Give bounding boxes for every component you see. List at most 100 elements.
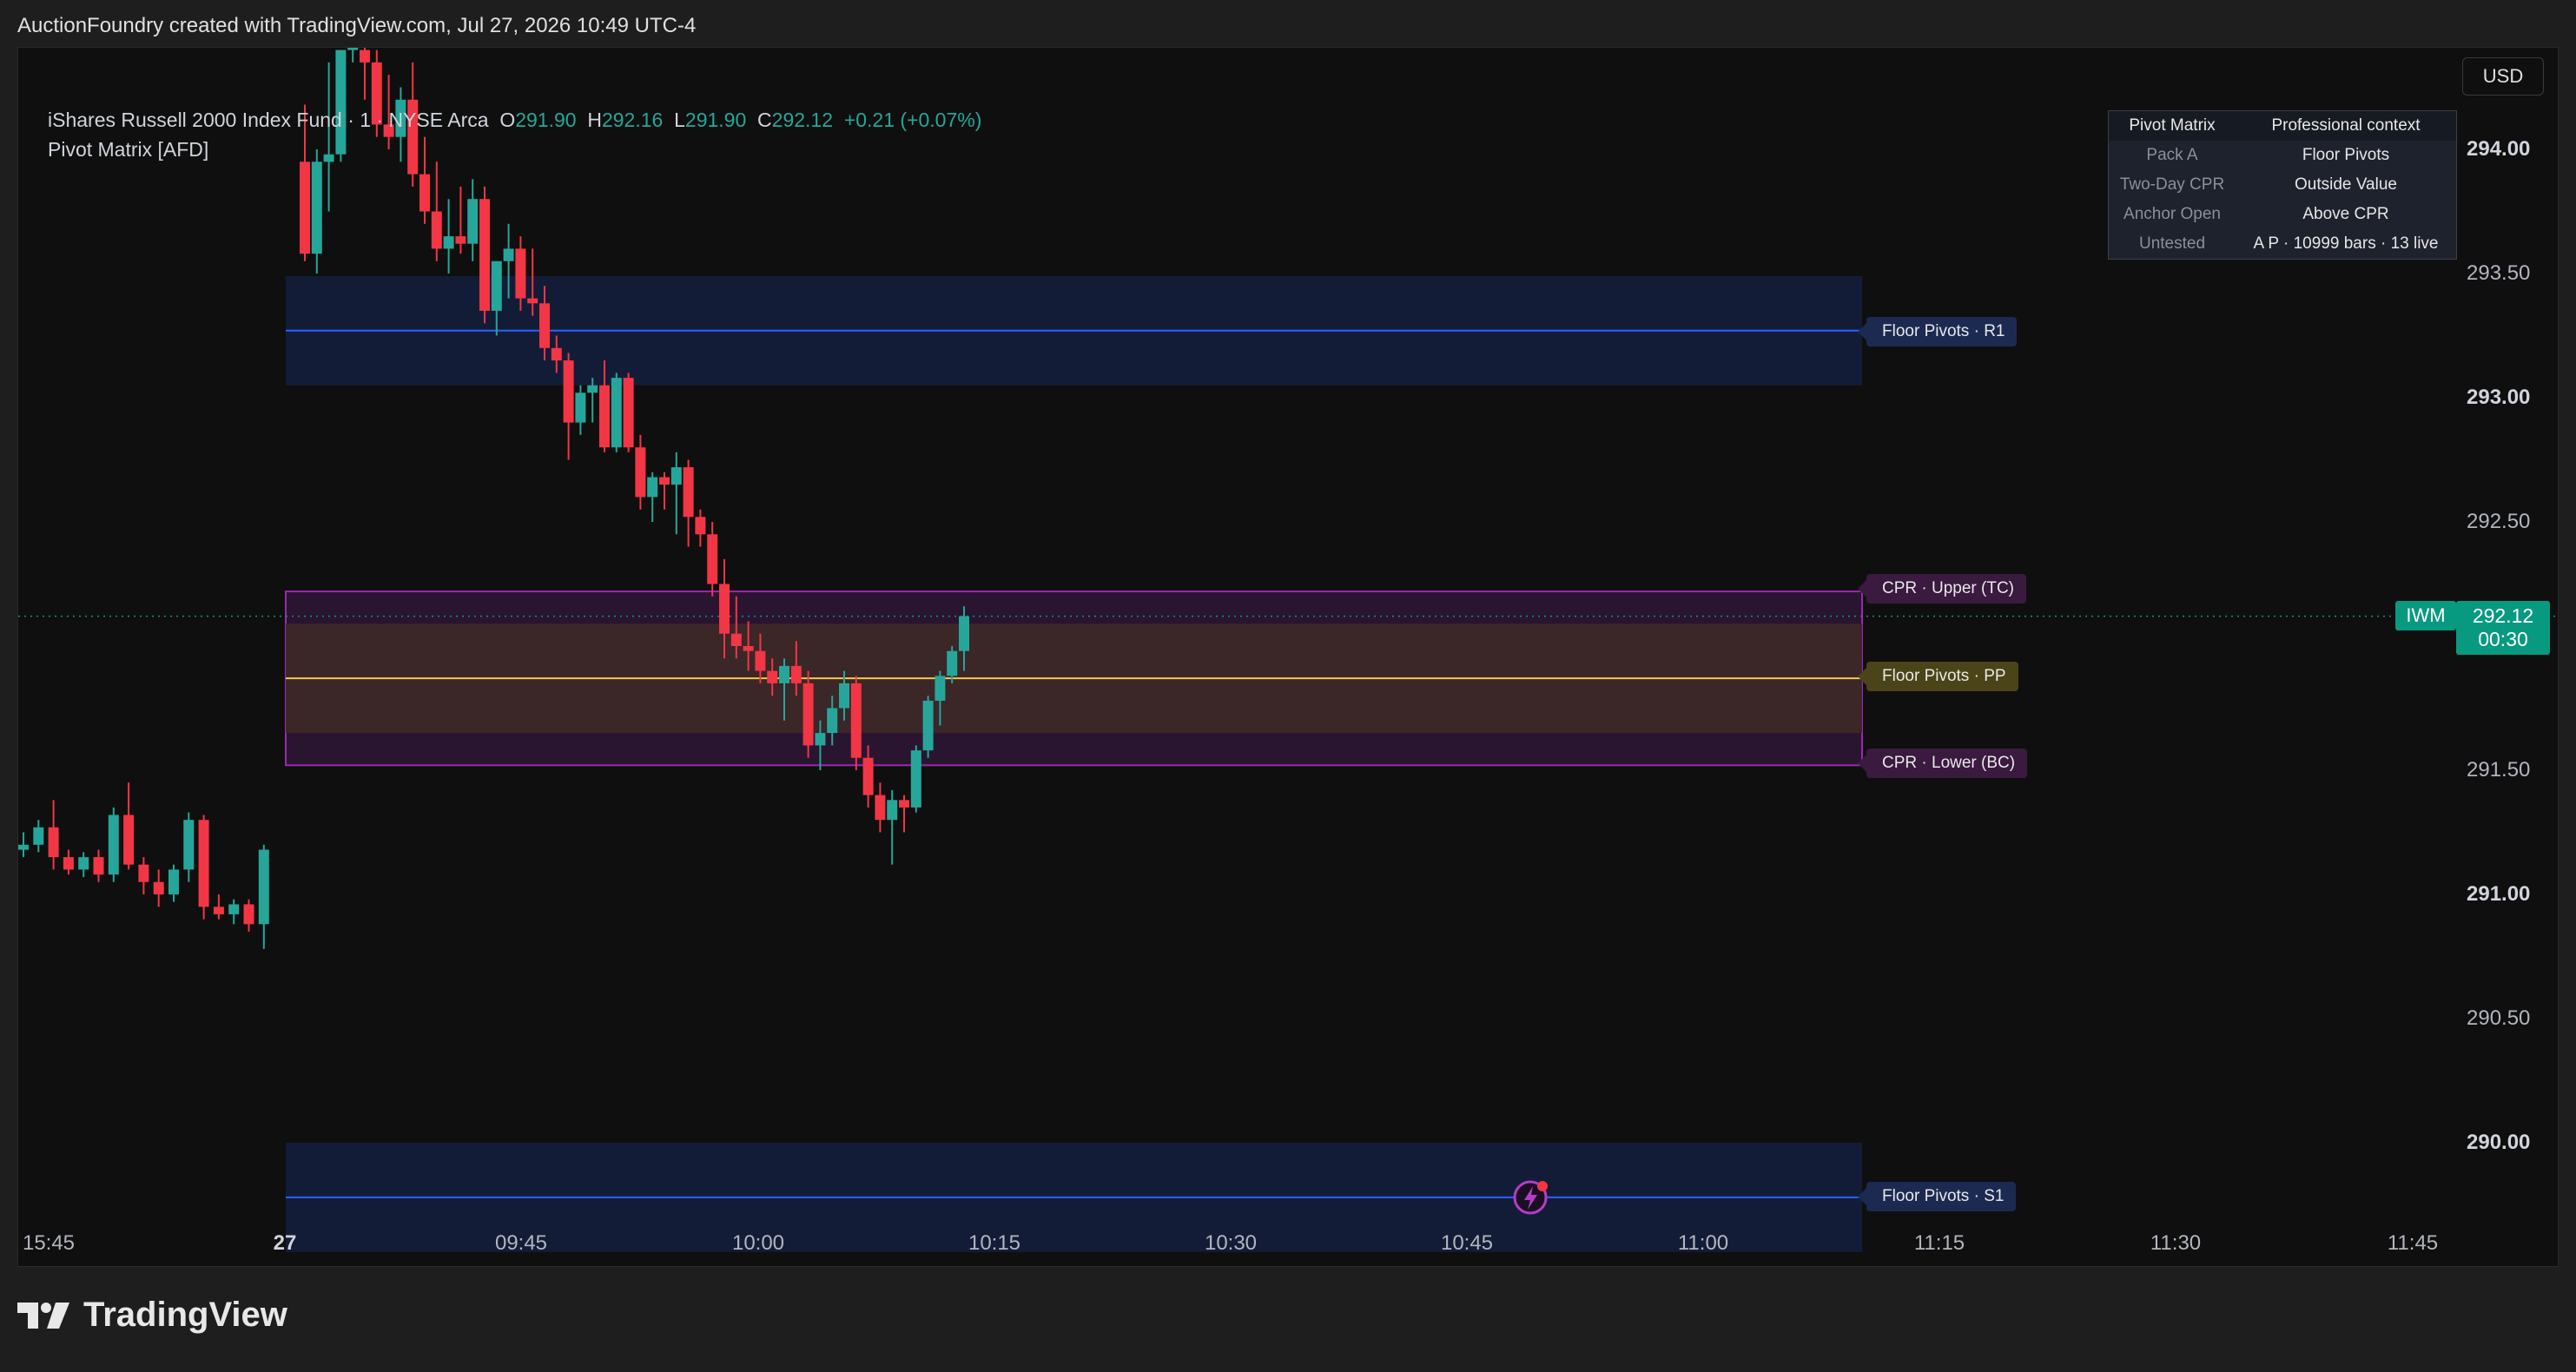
candle — [419, 136, 430, 224]
tradingview-logo[interactable]: TradingView — [17, 1296, 287, 1335]
candle — [33, 820, 44, 853]
candle-body — [839, 683, 849, 709]
current-price-tag: 292.12 00:30 — [2456, 601, 2550, 655]
open-value: 291.90 — [515, 109, 577, 131]
time-tick: 10:45 — [1440, 1231, 1494, 1255]
price-tick: 292.50 — [2467, 510, 2531, 533]
chart-pane[interactable]: iShares Russell 2000 Index Fund · 1 · NY… — [17, 47, 2559, 1267]
indicator-legend[interactable]: Pivot Matrix [AFD] — [48, 138, 208, 162]
candle-body — [491, 261, 502, 311]
table-row: Pack A Floor Pivots — [2109, 141, 2457, 170]
change-value: +0.21 (+0.07%) — [843, 109, 982, 131]
candle — [875, 782, 886, 833]
candle — [243, 899, 254, 932]
tradingview-logo-icon — [17, 1302, 69, 1329]
candle-body — [347, 48, 359, 50]
candle — [228, 899, 240, 925]
candle-body — [431, 211, 442, 249]
level-label-bc[interactable]: CPR · Lower (BC) — [1857, 749, 2028, 778]
time-tick: 09:45 — [494, 1231, 548, 1255]
candle — [455, 186, 466, 254]
time-tick: 11:45 — [2387, 1231, 2439, 1255]
candle-body — [198, 820, 209, 907]
candle-body — [360, 49, 370, 63]
level-label-tc[interactable]: CPR · Upper (TC) — [1857, 574, 2027, 604]
candle-body — [467, 199, 479, 244]
candle — [63, 849, 74, 875]
candle — [803, 670, 814, 758]
candle-body — [683, 467, 694, 518]
price-tick: 290.50 — [2467, 1006, 2531, 1030]
level-label-s1[interactable]: Floor Pivots · S1 — [1857, 1182, 2017, 1211]
candle-body — [803, 683, 814, 746]
pivot-matrix-table: Pivot Matrix Professional context Pack A… — [2108, 110, 2457, 260]
candle-body — [479, 199, 490, 311]
candle-body — [587, 385, 598, 393]
candle-body — [767, 670, 778, 683]
candle-body — [719, 584, 730, 634]
attribution-text: AuctionFoundry created with TradingView.… — [17, 14, 697, 37]
candle-body — [899, 800, 909, 808]
candle-body — [63, 857, 74, 870]
candle-body — [862, 757, 874, 795]
candle-body — [48, 827, 59, 858]
table-value: A P · 10999 bars · 13 live — [2253, 234, 2439, 253]
high-value: 292.16 — [601, 109, 664, 131]
table-row: Two-Day CPR Outside Value — [2109, 170, 2457, 200]
candle — [623, 373, 634, 452]
candle-body — [659, 477, 670, 485]
candle — [575, 385, 586, 435]
candle — [659, 472, 670, 510]
bar-countdown: 00:30 — [2478, 628, 2528, 650]
candle-body — [959, 616, 969, 651]
candle — [683, 459, 694, 547]
candle-body — [323, 154, 334, 162]
candle — [910, 745, 921, 813]
level-label-r1[interactable]: Floor Pivots · R1 — [1857, 317, 2018, 346]
candle-body — [455, 236, 466, 244]
time-tick: 11:15 — [1913, 1231, 1965, 1255]
candle-body — [123, 815, 135, 865]
level-label-pp[interactable]: Floor Pivots · PP — [1858, 662, 2018, 691]
candle-body — [168, 869, 179, 894]
candle-body — [779, 665, 789, 683]
candle — [78, 852, 89, 877]
candle — [323, 62, 334, 212]
candle-body — [623, 378, 634, 448]
table-key: Untested — [2138, 234, 2206, 253]
table-value: Above CPR — [2302, 205, 2389, 223]
candle-body — [213, 907, 224, 914]
candle-body — [910, 750, 921, 808]
candle-body — [875, 795, 886, 821]
table-key: Two-Day CPR — [2119, 175, 2225, 194]
candle — [138, 857, 149, 894]
candle-body — [419, 174, 430, 212]
candle-body — [563, 360, 574, 423]
candle — [431, 162, 442, 261]
symbol-price-tag: IWM — [2395, 601, 2456, 630]
candle — [707, 522, 718, 597]
candle — [48, 800, 59, 870]
candle-body — [300, 162, 310, 254]
candle — [311, 149, 322, 274]
candle-body — [551, 347, 562, 361]
currency-button[interactable]: USD — [2462, 57, 2544, 96]
candle-body — [922, 700, 934, 751]
candle — [183, 812, 195, 882]
brand-name: TradingView — [83, 1296, 287, 1334]
candle — [647, 472, 658, 522]
candle-body — [755, 650, 766, 671]
candle — [899, 795, 909, 833]
high-label: H — [587, 109, 602, 131]
candle-body — [18, 844, 29, 850]
price-tick: 291.00 — [2467, 882, 2531, 906]
candle-body — [815, 733, 826, 746]
table-key: Anchor Open — [2124, 205, 2221, 223]
lightning-alert-icon[interactable] — [1513, 1180, 1548, 1215]
open-label: O — [499, 109, 516, 131]
candle-body — [670, 467, 682, 485]
table-value: Floor Pivots — [2302, 146, 2390, 164]
time-tick: 27 — [273, 1231, 297, 1255]
candle — [695, 509, 706, 547]
candle — [670, 452, 682, 535]
